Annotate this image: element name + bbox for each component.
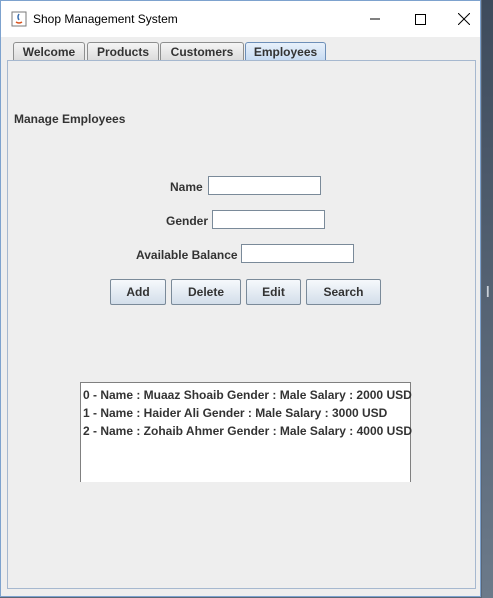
gender-input[interactable] — [212, 210, 325, 229]
add-button[interactable]: Add — [110, 279, 166, 305]
delete-button[interactable]: Delete — [171, 279, 241, 305]
page-title: Manage Employees — [14, 112, 126, 126]
minimize-icon — [370, 18, 380, 20]
balance-input[interactable] — [241, 244, 354, 263]
name-label: Name — [170, 180, 203, 194]
maximize-icon — [414, 13, 426, 25]
list-item[interactable]: 0 - Name : Muaaz Shoaib Gender : Male Sa… — [81, 386, 412, 404]
tab-customers[interactable]: Customers — [160, 42, 244, 60]
java-app-icon — [11, 11, 27, 27]
tab-welcome[interactable]: Welcome — [13, 42, 85, 60]
tab-products[interactable]: Products — [87, 42, 159, 60]
title-bar[interactable]: Shop Management System — [1, 1, 480, 37]
employee-list[interactable]: 0 - Name : Muaaz Shoaib Gender : Male Sa… — [80, 382, 412, 482]
desktop-glyph: ı — [485, 280, 491, 302]
window-title: Shop Management System — [33, 12, 178, 26]
list-item[interactable]: 2 - Name : Zohaib Ahmer Gender : Male Sa… — [81, 422, 412, 440]
balance-label: Available Balance — [136, 248, 238, 262]
list-item[interactable]: 1 - Name : Haider Ali Gender : Male Sala… — [81, 404, 410, 422]
name-input[interactable] — [208, 176, 321, 195]
search-button[interactable]: Search — [306, 279, 381, 305]
app-window: Shop Management System Welcome Products … — [0, 0, 481, 597]
employees-panel — [7, 60, 476, 589]
gender-label: Gender — [166, 214, 209, 228]
tab-employees[interactable]: Employees — [245, 42, 326, 61]
minimize-button[interactable] — [352, 1, 398, 37]
close-button[interactable] — [441, 1, 487, 37]
maximize-button[interactable] — [397, 1, 443, 37]
close-icon — [458, 13, 470, 25]
edit-button[interactable]: Edit — [246, 279, 301, 305]
